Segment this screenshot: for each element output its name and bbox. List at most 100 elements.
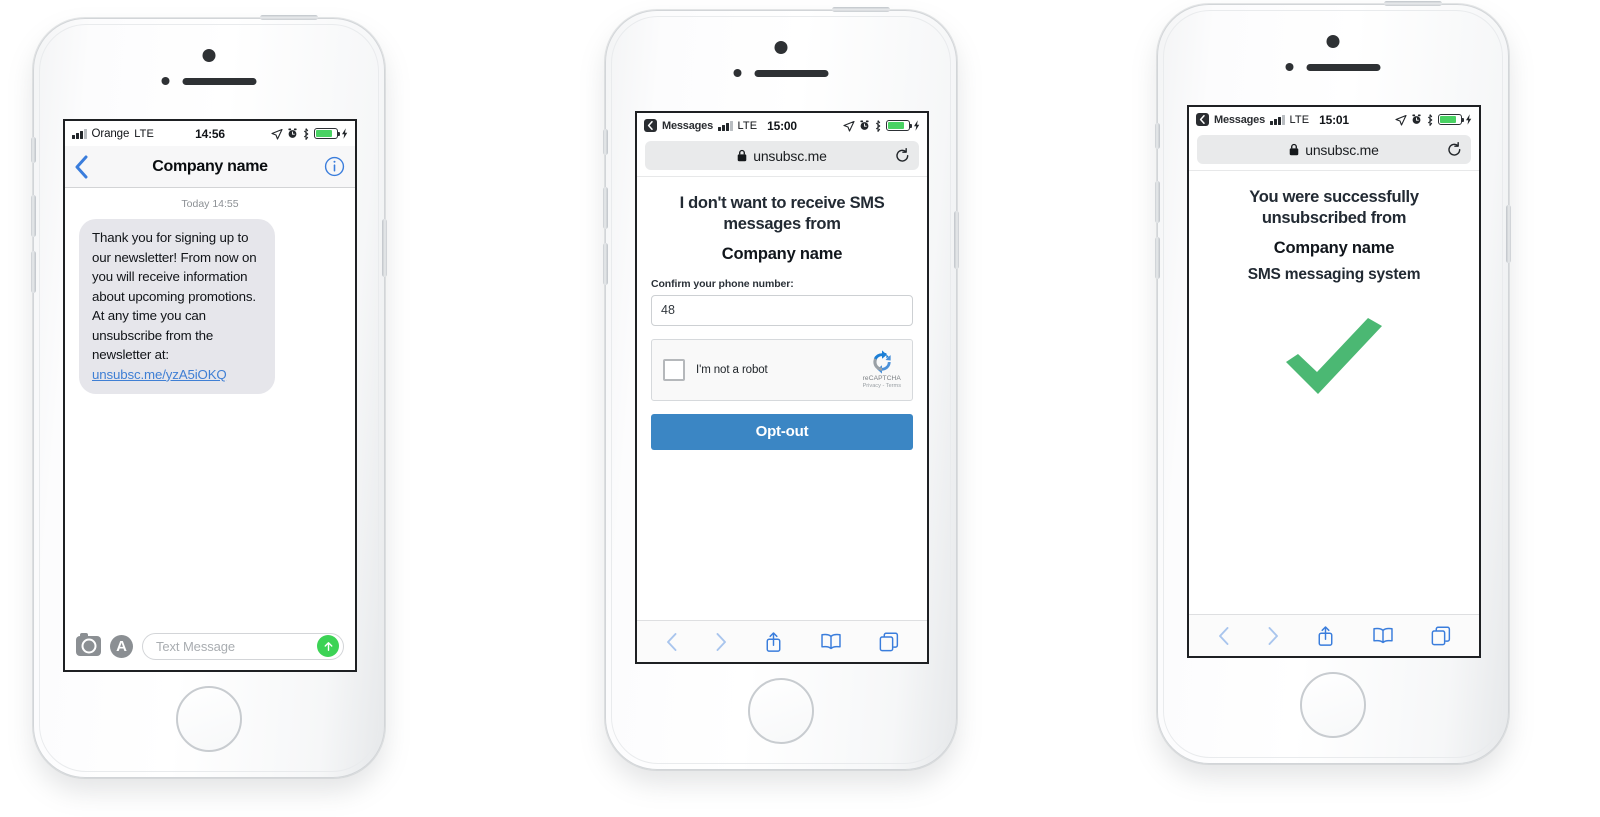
- browser-forward-button[interactable]: [715, 632, 727, 652]
- message-input-bar: A Text Message: [65, 622, 355, 670]
- success-company-name: Company name: [1273, 238, 1395, 257]
- volume-down-button[interactable]: [603, 243, 608, 285]
- message-bubble-incoming: Thank you for signing up to our newslett…: [79, 219, 275, 395]
- safari-url-bar: unsubsc.me: [637, 138, 927, 176]
- volume-down-button[interactable]: [1155, 237, 1160, 279]
- share-icon: [1318, 625, 1332, 646]
- bookmarks-button[interactable]: [820, 632, 842, 651]
- form-company-name: Company name: [721, 244, 843, 263]
- recaptcha-logo-icon: [873, 350, 891, 374]
- proximity-sensor-icon: [161, 77, 170, 85]
- front-camera-icon: [202, 49, 216, 62]
- share-button[interactable]: [1316, 625, 1335, 647]
- charging-bolt-icon: [914, 120, 920, 131]
- front-camera-icon: [1326, 35, 1340, 48]
- checkbox-unchecked-icon[interactable]: [663, 358, 685, 381]
- page-title: Company name: [152, 157, 268, 175]
- mute-switch[interactable]: [31, 137, 36, 163]
- network-label: LTE: [737, 119, 758, 132]
- volume-down-button[interactable]: [31, 251, 36, 293]
- chevron-left-icon: [666, 632, 676, 651]
- location-arrow-icon: [843, 120, 855, 132]
- send-button[interactable]: [317, 635, 339, 657]
- contact-info-button[interactable]: [324, 156, 345, 177]
- sim-tray: [382, 219, 387, 277]
- reload-icon: [1448, 141, 1461, 156]
- address-field[interactable]: unsubsc.me: [1197, 135, 1471, 164]
- charging-bolt-icon: [1466, 114, 1472, 125]
- power-button[interactable]: [260, 15, 318, 20]
- unsubscribe-link[interactable]: unsubsc.me/yzA5iOKQ: [92, 367, 227, 382]
- home-button[interactable]: [748, 678, 814, 744]
- text-message-placeholder: Text Message: [156, 638, 236, 654]
- optout-form-page: I don't want to receive SMS messages fro…: [637, 176, 927, 620]
- phone-number-input[interactable]: 48: [651, 294, 913, 326]
- success-subtitle: SMS messaging system: [1247, 265, 1421, 283]
- mute-switch[interactable]: [603, 129, 608, 155]
- back-badge-icon[interactable]: [1196, 113, 1209, 126]
- signal-bars-icon: [718, 120, 733, 131]
- recaptcha-terms-text[interactable]: Privacy - Terms: [863, 383, 901, 390]
- charging-bolt-icon: [342, 128, 348, 139]
- opt-out-button[interactable]: Opt-out: [651, 413, 913, 450]
- back-badge-icon[interactable]: [644, 119, 657, 132]
- safari-url-bar: unsubsc.me: [1189, 132, 1479, 170]
- back-to-app-label[interactable]: Messages: [662, 120, 713, 132]
- screenshot-stage: Orange LTE 14:56 Company name Today 14:5…: [0, 0, 1600, 817]
- message-timestamp: Today 14:55: [181, 198, 239, 210]
- address-field[interactable]: unsubsc.me: [645, 141, 919, 170]
- chevron-left-icon: [1218, 626, 1228, 645]
- power-button[interactable]: [1384, 1, 1442, 6]
- battery-icon: [886, 120, 912, 131]
- conversation-thread: Today 14:55 Thank you for signing up to …: [65, 188, 355, 622]
- home-button[interactable]: [1300, 672, 1366, 738]
- chevron-right-icon: [1268, 626, 1278, 645]
- tabs-button[interactable]: [1431, 626, 1451, 646]
- phone3-screen: Messages LTE 15:01 unsubsc.me You were s…: [1187, 105, 1481, 658]
- recaptcha-brand-text: reCAPTCHA: [862, 375, 901, 383]
- mute-switch[interactable]: [1155, 123, 1160, 149]
- network-label: LTE: [134, 127, 154, 140]
- app-store-icon[interactable]: A: [110, 634, 133, 658]
- camera-icon[interactable]: [76, 633, 101, 656]
- phone-field-label: Confirm your phone number:: [651, 277, 794, 290]
- location-arrow-icon: [1395, 114, 1407, 126]
- sensor-speaker-group: [733, 69, 829, 77]
- reload-icon: [896, 147, 909, 162]
- home-button[interactable]: [176, 686, 242, 752]
- earpiece-speaker-icon: [182, 77, 257, 85]
- recaptcha-widget[interactable]: I'm not a robot reCAPTCHA Privacy - Term…: [651, 338, 913, 401]
- reload-button[interactable]: [1447, 141, 1462, 158]
- share-button[interactable]: [764, 631, 783, 653]
- back-button[interactable]: [75, 155, 89, 179]
- volume-up-button[interactable]: [31, 195, 36, 237]
- phone2-status-bar: Messages LTE 15:00: [637, 113, 927, 138]
- sim-tray: [954, 211, 959, 269]
- bluetooth-icon: [875, 119, 881, 132]
- tabs-icon: [879, 632, 898, 651]
- tabs-button[interactable]: [879, 632, 899, 652]
- reload-button[interactable]: [895, 147, 910, 164]
- sensor-speaker-group: [1285, 63, 1381, 71]
- message-text: Thank you for signing up to our newslett…: [92, 230, 257, 363]
- success-page: You were successfully unsubscribed from …: [1189, 170, 1479, 614]
- battery-icon: [314, 128, 340, 139]
- bookmarks-button[interactable]: [1372, 626, 1394, 645]
- browser-back-button[interactable]: [1218, 626, 1230, 646]
- text-message-input[interactable]: Text Message: [142, 632, 344, 660]
- volume-up-button[interactable]: [603, 187, 608, 229]
- back-to-app-label[interactable]: Messages: [1214, 114, 1265, 126]
- phone3-status-bar: Messages LTE 15:01: [1189, 107, 1479, 132]
- send-arrow-up-icon: [324, 641, 332, 651]
- messages-navbar: Company name: [65, 146, 355, 188]
- lock-icon: [737, 149, 747, 162]
- location-arrow-icon: [271, 128, 283, 140]
- power-button[interactable]: [832, 7, 890, 12]
- browser-forward-button[interactable]: [1267, 626, 1279, 646]
- front-camera-icon: [774, 41, 788, 54]
- success-heading: You were successfully unsubscribed from: [1249, 188, 1419, 227]
- safari-bottom-toolbar: [1189, 614, 1479, 656]
- browser-back-button[interactable]: [666, 632, 678, 652]
- volume-up-button[interactable]: [1155, 181, 1160, 223]
- url-text: unsubsc.me: [753, 147, 827, 164]
